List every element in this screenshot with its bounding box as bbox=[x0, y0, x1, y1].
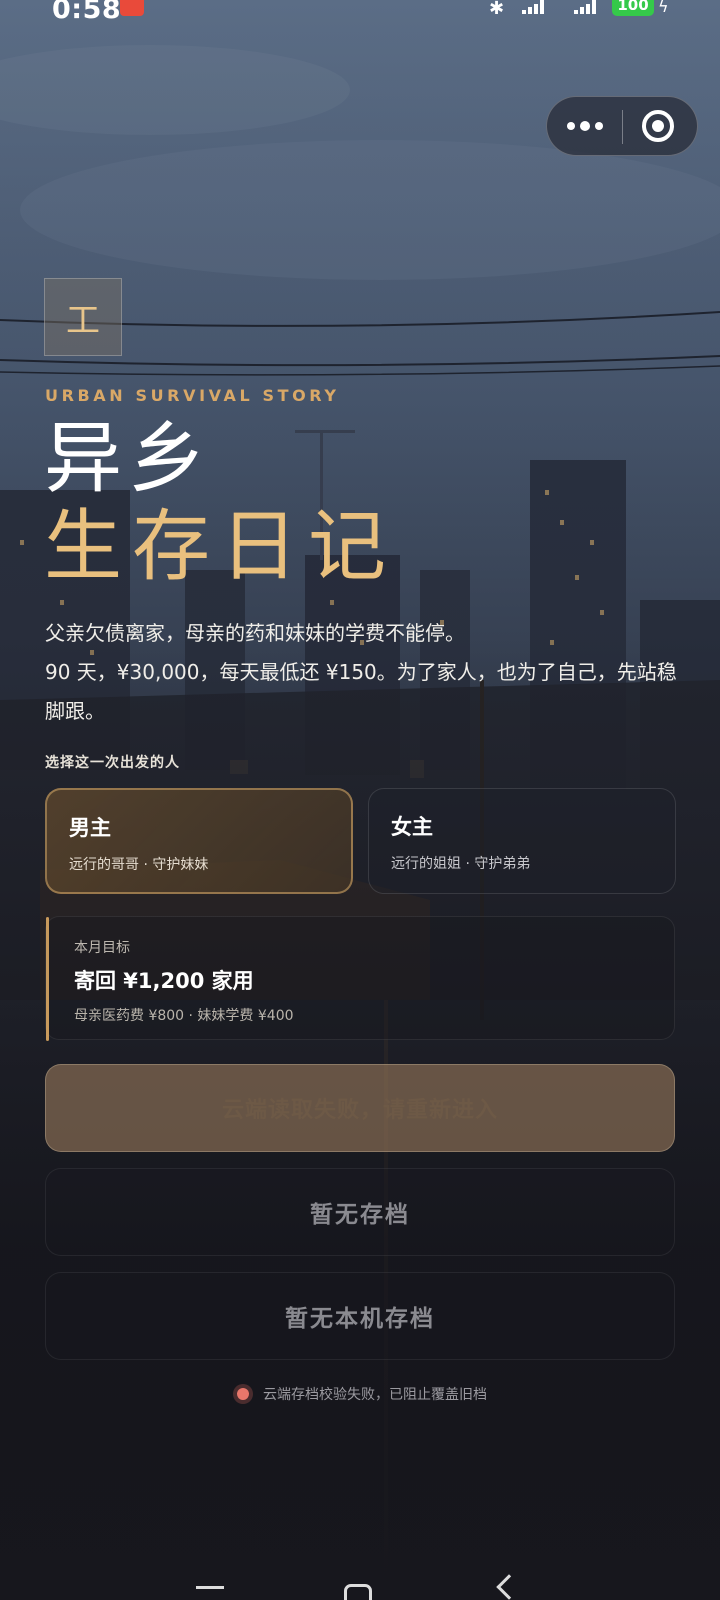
eyebrow-subtitle: URBAN SURVIVAL STORY bbox=[45, 386, 340, 405]
goal-amount: 寄回 ¥1,200 家用 bbox=[74, 969, 254, 993]
cloud-load-button[interactable]: 云端读取失败，请重新进入 bbox=[45, 1064, 675, 1152]
battery-icon: 100 bbox=[612, 0, 654, 16]
role-name: 女主 bbox=[391, 815, 433, 839]
intro-line-1: 父亲欠债离家，母亲的药和妹妹的学费不能停。 bbox=[45, 621, 465, 645]
signal-icon bbox=[522, 0, 544, 14]
role-name: 男主 bbox=[69, 816, 111, 840]
bluetooth-icon: ✱ bbox=[489, 0, 505, 19]
charging-icon: ϟ bbox=[658, 0, 669, 16]
game-logo: 工 bbox=[44, 278, 122, 356]
role-select-label: 选择这一次出发的人 bbox=[45, 755, 180, 771]
role-desc: 远行的哥哥 · 守护妹妹 bbox=[69, 857, 209, 873]
home-icon[interactable] bbox=[344, 1584, 372, 1600]
load-save-button[interactable]: 暂无存档 bbox=[45, 1168, 675, 1256]
role-card-male[interactable]: 男主 远行的哥哥 · 守护妹妹 bbox=[45, 788, 353, 894]
title-line-2: 生存日记 bbox=[44, 502, 397, 592]
capsule-divider bbox=[622, 110, 623, 144]
miniprogram-capsule bbox=[546, 96, 698, 156]
monthly-goal-card: 本月目标 寄回 ¥1,200 家用 母亲医药费 ¥800 · 妹妹学费 ¥400 bbox=[45, 916, 675, 1041]
story-intro: 父亲欠债离家，母亲的药和妹妹的学费不能停。 90 天，¥30,000，每天最低还… bbox=[45, 614, 685, 731]
load-local-save-button[interactable]: 暂无本机存档 bbox=[45, 1272, 675, 1360]
goal-label: 本月目标 bbox=[74, 940, 130, 956]
back-icon[interactable] bbox=[496, 1574, 522, 1600]
intro-line-2: 90 天，¥30,000，每天最低还 ¥150。为了家人，也为了自己，先站稳脚跟… bbox=[45, 660, 677, 723]
status-time: 0:58 bbox=[52, 0, 122, 25]
goal-breakdown: 母亲医药费 ¥800 · 妹妹学费 ¥400 bbox=[74, 1008, 294, 1024]
app-notification-icon bbox=[120, 0, 144, 16]
sync-error-notice: 云端存档校验失败，已阻止覆盖旧档 bbox=[0, 1384, 720, 1404]
title-line-1: 异乡 bbox=[44, 414, 213, 504]
goal-accent-bar bbox=[46, 917, 49, 1041]
target-close-icon[interactable] bbox=[642, 110, 674, 142]
signal-icon bbox=[574, 0, 596, 14]
system-nav-bar bbox=[0, 1572, 720, 1600]
more-dots-icon[interactable] bbox=[547, 97, 622, 155]
menu-icon[interactable] bbox=[196, 1586, 224, 1600]
role-card-female[interactable]: 女主 远行的姐姐 · 守护弟弟 bbox=[368, 788, 676, 894]
notice-text: 云端存档校验失败，已阻止覆盖旧档 bbox=[263, 1387, 487, 1403]
error-dot-icon bbox=[233, 1384, 253, 1404]
role-desc: 远行的姐姐 · 守护弟弟 bbox=[391, 856, 531, 872]
status-bar: 0:58 ✱ 100 ϟ bbox=[0, 0, 720, 30]
